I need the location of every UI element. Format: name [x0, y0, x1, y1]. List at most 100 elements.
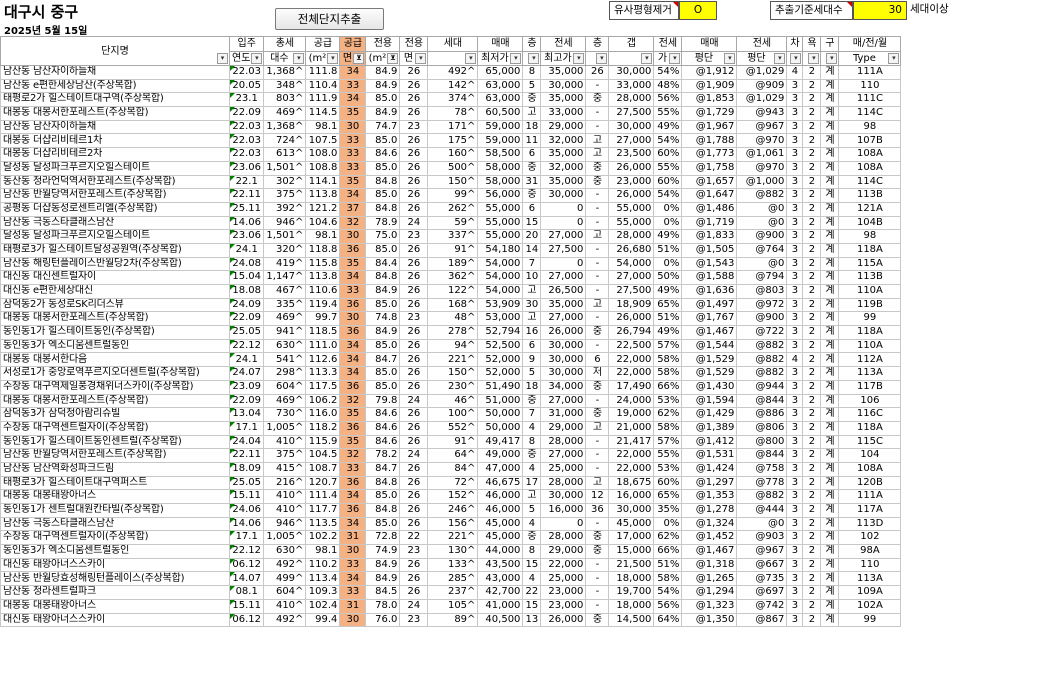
table-cell[interactable]: 54% [653, 188, 683, 203]
table-cell[interactable]: 27,500 [608, 106, 655, 121]
table-cell[interactable]: 262^ [427, 201, 479, 217]
table-cell[interactable]: @967 [736, 119, 788, 135]
table-cell[interactable]: 54,000 [477, 284, 524, 299]
table-cell[interactable]: @697 [736, 585, 788, 600]
table-cell[interactable]: 500^ [427, 160, 479, 176]
table-cell[interactable]: 계 [820, 242, 840, 258]
col-header-filter[interactable]: 면 ⊻ [339, 50, 367, 66]
table-cell[interactable]: 대신동 태왕아너스스카이 [0, 557, 230, 573]
table-cell[interactable]: 99 [838, 311, 902, 327]
table-cell[interactable]: 99.7 [305, 311, 341, 327]
table-cell[interactable]: 102A [838, 598, 902, 614]
table-cell[interactable]: 60% [653, 147, 683, 162]
table-cell[interactable]: - [585, 393, 610, 409]
table-cell[interactable]: 34 [339, 270, 367, 285]
table-cell[interactable]: 499^ [263, 571, 307, 587]
table-cell[interactable]: 78.2 [365, 448, 401, 463]
table-cell[interactable]: 48^ [427, 311, 479, 327]
table-cell[interactable]: 저 [585, 366, 610, 381]
table-cell[interactable]: 469^ [263, 311, 307, 327]
table-cell[interactable]: @882 [736, 188, 788, 203]
table-cell[interactable]: 112A [838, 352, 902, 368]
table-cell[interactable]: 469^ [263, 106, 307, 121]
table-row[interactable]: 달성동 달성파크푸르지오힐스테이트 23.06 1,501^ 98.1 30 75.0 23… [0, 229, 902, 244]
table-cell[interactable]: 946^ [263, 516, 307, 532]
table-cell[interactable]: 중 [585, 379, 610, 395]
table-cell[interactable]: 104.5 [305, 448, 341, 463]
table-cell[interactable]: 36 [339, 297, 367, 313]
table-cell[interactable]: 2 [802, 92, 822, 108]
table-cell[interactable]: 23.06 [228, 229, 265, 244]
table-cell[interactable]: 27,000 [540, 393, 587, 409]
table-cell[interactable]: 34,000 [540, 379, 587, 395]
table-cell[interactable]: 64% [653, 612, 683, 628]
table-cell[interactable]: 49% [653, 284, 683, 299]
table-cell[interactable]: @1,353 [681, 489, 738, 504]
table-cell[interactable]: 43,500 [477, 557, 524, 573]
table-cell[interactable]: 17.1 [228, 530, 265, 546]
table-cell[interactable]: 25.05 [228, 325, 265, 340]
table-cell[interactable]: 730^ [263, 407, 307, 422]
table-cell[interactable]: 33 [339, 585, 367, 600]
table-cell[interactable]: 2 [802, 78, 822, 94]
table-cell[interactable]: @1,324 [681, 516, 738, 532]
table-cell[interactable]: 49% [653, 119, 683, 135]
table-cell[interactable]: @1,318 [681, 557, 738, 573]
table-cell[interactable]: 75.0 [365, 229, 401, 244]
table-row[interactable]: 서성로1가 중앙로역푸르지오더센트럴(주상복합) 24.07 298^ 113.3 34… [0, 366, 902, 381]
table-cell[interactable]: 216^ [263, 475, 307, 491]
table-cell[interactable]: 469^ [263, 393, 307, 409]
table-cell[interactable]: 33 [339, 461, 367, 477]
table-cell[interactable]: 남산동 청라센트럴파크 [0, 585, 230, 600]
table-cell[interactable]: 54% [653, 65, 683, 80]
table-cell[interactable]: 계 [820, 256, 840, 272]
table-row[interactable]: 태평로2가 힐스테이트대구역(주상복합) 23.1 803^ 111.9 34 85.0 2… [0, 92, 902, 108]
table-cell[interactable]: 114C [838, 174, 902, 190]
table-cell[interactable]: 26 [399, 160, 429, 176]
table-cell[interactable]: 4 [786, 65, 804, 80]
table-cell[interactable]: 28,000 [540, 434, 587, 450]
table-cell[interactable]: 26 [399, 503, 429, 518]
min-units-value[interactable]: 30 [853, 1, 907, 20]
table-cell[interactable]: 23,500 [608, 147, 655, 162]
table-cell[interactable]: 2 [802, 215, 822, 231]
table-cell[interactable]: @1,452 [681, 530, 738, 546]
table-cell[interactable]: 1,501^ [263, 160, 307, 176]
table-cell[interactable]: 계 [820, 284, 840, 299]
table-cell[interactable]: - [585, 571, 610, 587]
table-cell[interactable]: 152^ [427, 489, 479, 504]
table-cell[interactable]: 대봉동 대봉태왕아너스 [0, 598, 230, 614]
table-cell[interactable]: 25.05 [228, 475, 265, 491]
table-cell[interactable]: 107B [838, 133, 902, 149]
table-cell[interactable]: 113.5 [305, 516, 341, 532]
table-cell[interactable]: @1,729 [681, 106, 738, 121]
table-cell[interactable]: 2 [802, 475, 822, 491]
table-cell[interactable]: 19,700 [608, 585, 655, 600]
table-cell[interactable]: 계 [820, 489, 840, 504]
table-cell[interactable]: 84.6 [365, 147, 401, 162]
table-cell[interactable]: 85.0 [365, 242, 401, 258]
table-cell[interactable]: 0% [653, 256, 683, 272]
table-cell[interactable]: 26 [399, 557, 429, 573]
table-cell[interactable]: @1,529 [681, 366, 738, 381]
table-cell[interactable]: 20.05 [228, 78, 265, 94]
table-cell[interactable]: 26 [399, 475, 429, 491]
table-cell[interactable]: 110.6 [305, 284, 341, 299]
table-cell[interactable]: 달성동 달성파크푸르지오힐스테이트 [0, 229, 230, 244]
table-row[interactable]: 대봉동 대봉서한포레스트(주상복합) 22.09 469^ 106.2 32 79.8 24… [0, 393, 902, 409]
table-cell[interactable]: 고 [585, 133, 610, 149]
table-cell[interactable]: 110 [838, 557, 902, 573]
table-cell[interactable]: @882 [736, 352, 788, 368]
table-cell[interactable]: 35% [653, 503, 683, 518]
table-cell[interactable]: 105^ [427, 598, 479, 614]
table-cell[interactable]: 2 [802, 174, 822, 190]
table-cell[interactable]: 15 [522, 215, 542, 231]
table-cell[interactable]: 46^ [427, 393, 479, 409]
table-row[interactable]: 동인동1가 힐스테이트동인(주상복합) 25.05 941^ 118.5 36 84.9 2… [0, 325, 902, 340]
table-cell[interactable]: 24 [399, 215, 429, 231]
table-cell[interactable]: 410^ [263, 434, 307, 450]
table-row[interactable]: 공평동 더샵동성로센트리엘(주상복합) 25.11 392^ 121.2 37 84.8 2… [0, 201, 902, 217]
table-cell[interactable]: 30 [339, 544, 367, 559]
table-cell[interactable]: 36 [585, 503, 610, 518]
filter-dropdown-icon[interactable]: ▾ [826, 53, 838, 64]
